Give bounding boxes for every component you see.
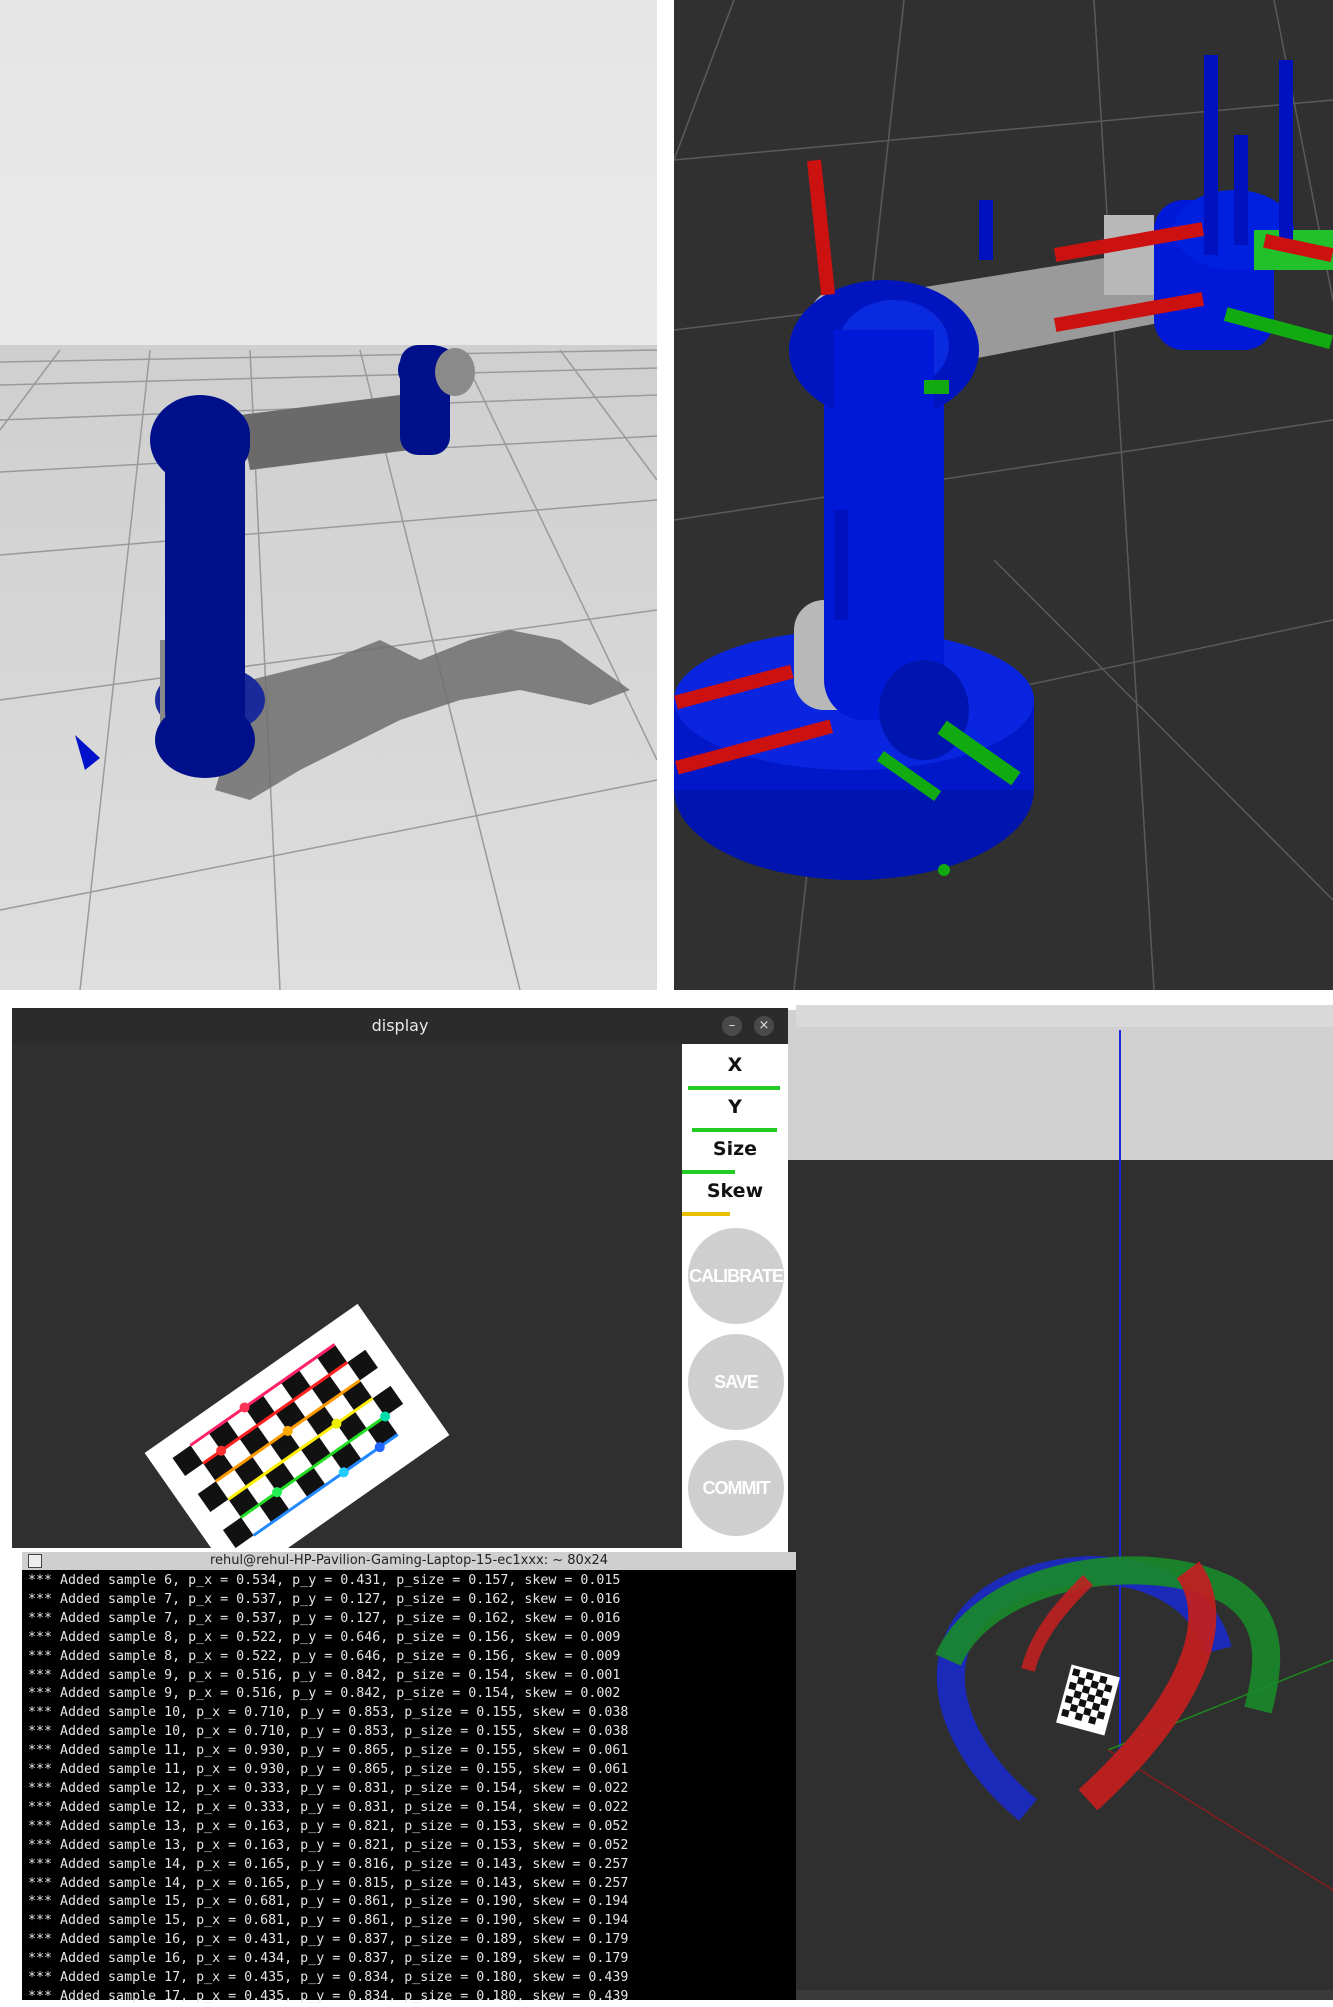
terminal-line: *** Added sample 15, p_x = 0.681, p_y = … bbox=[28, 1894, 629, 1910]
terminal-line: *** Added sample 14, p_x = 0.165, p_y = … bbox=[28, 1856, 629, 1872]
calibration-sidebar: X Y Size Skew CALIBRATE SAVE COMMIT bbox=[682, 1044, 788, 1548]
terminal-line: *** Added sample 13, p_x = 0.163, p_y = … bbox=[28, 1837, 629, 1853]
minimize-icon[interactable]: – bbox=[722, 1016, 742, 1036]
terminal-line: *** Added sample 9, p_x = 0.516, p_y = 0… bbox=[28, 1667, 621, 1683]
terminal-line: *** Added sample 11, p_x = 0.930, p_y = … bbox=[28, 1743, 629, 1759]
terminal-line: *** Added sample 11, p_x = 0.930, p_y = … bbox=[28, 1762, 629, 1778]
metric-y-label: Y bbox=[728, 1096, 742, 1118]
terminal-title: rehul@rehul-HP-Pavilion-Gaming-Laptop-15… bbox=[209, 1553, 609, 1568]
calibrate-button[interactable]: CALIBRATE bbox=[688, 1228, 784, 1324]
terminal-line: *** Added sample 9, p_x = 0.516, p_y = 0… bbox=[28, 1686, 621, 1702]
terminal-titlebar[interactable]: rehul@rehul-HP-Pavilion-Gaming-Laptop-15… bbox=[22, 1552, 796, 1570]
window-titlebar[interactable]: display – × bbox=[12, 1008, 788, 1044]
gazebo-sim-view[interactable] bbox=[0, 0, 657, 990]
terminal-line: *** Added sample 16, p_x = 0.431, p_y = … bbox=[28, 1932, 629, 1948]
terminal-line: *** Added sample 12, p_x = 0.333, p_y = … bbox=[28, 1799, 629, 1815]
terminal-line: *** Added sample 7, p_x = 0.537, p_y = 0… bbox=[28, 1610, 621, 1626]
terminal-line: *** Added sample 8, p_x = 0.522, p_y = 0… bbox=[28, 1648, 621, 1664]
metric-x-bar bbox=[688, 1086, 780, 1090]
terminal-line: *** Added sample 15, p_x = 0.681, p_y = … bbox=[28, 1913, 629, 1929]
terminal-line: *** Added sample 10, p_x = 0.710, p_y = … bbox=[28, 1705, 629, 1721]
terminal-line: *** Added sample 7, p_x = 0.537, p_y = 0… bbox=[28, 1591, 621, 1607]
window-title: display bbox=[371, 1016, 429, 1035]
terminal-output[interactable]: *** Added sample 6, p_x = 0.534, p_y = 0… bbox=[28, 1572, 788, 2007]
terminal-line: *** Added sample 16, p_x = 0.434, p_y = … bbox=[28, 1951, 629, 1967]
display-window[interactable]: display – × X Y Size Skew CALIBRATE SAVE… bbox=[12, 1008, 788, 1548]
close-icon[interactable]: × bbox=[754, 1016, 774, 1036]
gazebo-calibration-view[interactable] bbox=[788, 1010, 1333, 2000]
terminal-line: *** Added sample 12, p_x = 0.333, p_y = … bbox=[28, 1780, 629, 1796]
terminal-line: *** Added sample 8, p_x = 0.522, p_y = 0… bbox=[28, 1629, 621, 1645]
calibration-scene bbox=[788, 1010, 1333, 2000]
metric-x-label: X bbox=[727, 1054, 743, 1076]
terminal-line: *** Added sample 17, p_x = 0.435, p_y = … bbox=[28, 1970, 629, 1986]
camera-image bbox=[12, 1044, 682, 1548]
terminal-line: *** Added sample 17, p_x = 0.435, p_y = … bbox=[28, 1988, 629, 2004]
terminal-line: *** Added sample 10, p_x = 0.710, p_y = … bbox=[28, 1724, 629, 1740]
terminal-line: *** Added sample 6, p_x = 0.534, p_y = 0… bbox=[28, 1573, 621, 1588]
commit-button[interactable]: COMMIT bbox=[688, 1440, 784, 1536]
rviz-scene bbox=[674, 0, 1333, 990]
terminal-line: *** Added sample 14, p_x = 0.165, p_y = … bbox=[28, 1875, 629, 1891]
terminal-icon bbox=[28, 1554, 42, 1568]
rviz-toolbar-strip[interactable] bbox=[796, 1005, 1333, 1027]
terminal-window[interactable]: rehul@rehul-HP-Pavilion-Gaming-Laptop-15… bbox=[22, 1552, 796, 2004]
metric-size-bar bbox=[682, 1170, 735, 1174]
metric-y-bar bbox=[692, 1128, 777, 1132]
terminal-line: *** Added sample 13, p_x = 0.163, p_y = … bbox=[28, 1818, 629, 1834]
save-button[interactable]: SAVE bbox=[688, 1334, 784, 1430]
metric-skew-label: Skew bbox=[706, 1180, 764, 1202]
metric-skew-bar bbox=[682, 1212, 730, 1216]
gazebo-scene bbox=[0, 0, 657, 990]
metric-size-label: Size bbox=[712, 1138, 758, 1160]
rviz-robot-view[interactable] bbox=[674, 0, 1333, 990]
